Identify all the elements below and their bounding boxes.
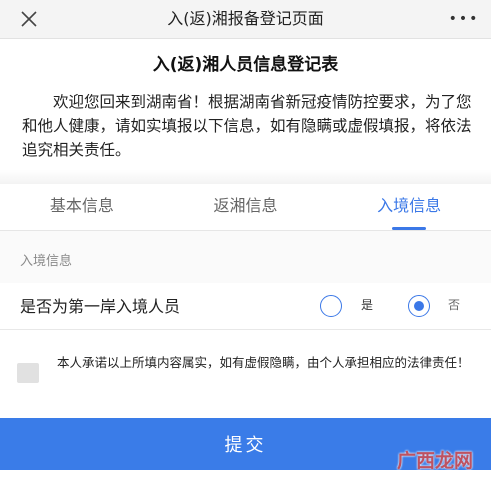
top-bar: 入(返)湘报备登记页面 •••: [0, 0, 491, 39]
scroll-fade: [0, 170, 491, 184]
watermark: 广西龙网: [396, 450, 473, 472]
page-title: 入(返)湘报备登记页面: [167, 9, 324, 28]
tab-entry-info[interactable]: 入境信息: [327, 184, 491, 230]
radio-yes[interactable]: [320, 295, 342, 317]
agreement-checkbox[interactable]: [17, 363, 39, 383]
radio-selected-dot: [414, 301, 424, 311]
more-button[interactable]: •••: [449, 8, 479, 30]
radio-no[interactable]: [408, 295, 430, 317]
radio-yes-label: 是: [361, 298, 374, 312]
tab-return-info[interactable]: 返湘信息: [164, 184, 328, 230]
form-title: 入(返)湘人员信息登记表: [152, 55, 339, 75]
question-label: 是否为第一岸入境人员: [20, 297, 181, 316]
intro-text: 欢迎您回来到湖南省！根据湖南省新冠疫情防控要求，为了您和他人健康，请如实填报以下…: [22, 93, 472, 159]
radio-no-label: 否: [448, 298, 461, 312]
tab-basic-info[interactable]: 基本信息: [0, 184, 164, 230]
section-header: [0, 231, 491, 283]
tab-bar: 基本信息 返湘信息 入境信息: [0, 184, 491, 231]
agreement-area: 本人承诺以上所填内容属实，如有虚假隐瞒，由个人承担相应的法律责任！: [0, 330, 491, 418]
question-row: 是否为第一岸入境人员 是 否: [0, 283, 491, 330]
agreement-text: 本人承诺以上所填内容属实，如有虚假隐瞒，由个人承担相应的法律责任！: [57, 355, 470, 370]
more-dots-icon: •••: [448, 11, 480, 27]
section-label: 入境信息: [20, 254, 73, 269]
